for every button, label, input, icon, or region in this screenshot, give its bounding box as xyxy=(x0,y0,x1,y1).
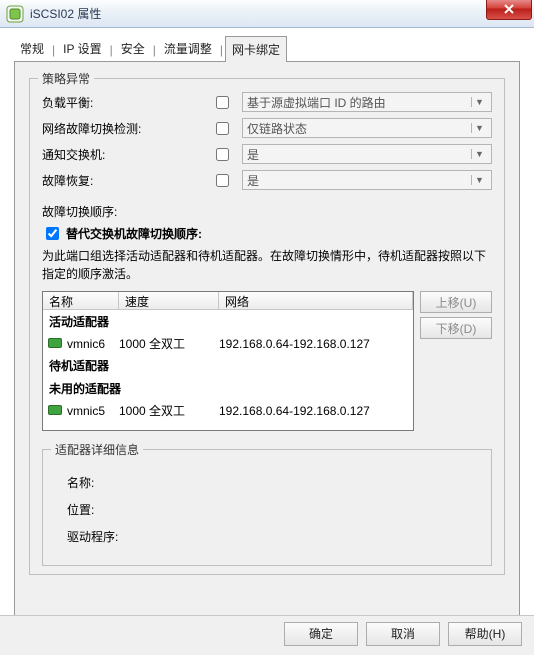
tab-panel: 策略异常 负载平衡: 基于源虚拟端口 ID 的路由 ▼ 网络故障切换检测: 仅链路… xyxy=(14,62,520,618)
failover-detection-value: 仅链路状态 xyxy=(247,120,307,137)
move-down-button[interactable]: 下移(D) xyxy=(420,317,492,339)
notify-switches-value: 是 xyxy=(247,146,259,163)
move-up-button[interactable]: 上移(U) xyxy=(420,291,492,313)
label-load-balancing: 负载平衡: xyxy=(42,94,212,111)
content-area: 常规 | IP 设置 | 安全 | 流量调整 | 网卡绑定 策略异常 负载平衡:… xyxy=(0,28,534,618)
failover-detection-combo[interactable]: 仅链路状态 ▼ xyxy=(242,118,492,138)
failover-order-label: 故障切换顺序: xyxy=(42,203,492,220)
group-standby-adapters: 待机适配器 xyxy=(43,354,413,377)
reorder-buttons: 上移(U) 下移(D) xyxy=(420,291,492,431)
tab-general[interactable]: 常规 xyxy=(14,36,50,63)
failback-combo[interactable]: 是▼ xyxy=(242,170,492,190)
detail-location-label: 位置: xyxy=(67,501,477,518)
list-item[interactable]: vmnic5 1000 全双工 192.168.0.64-192.168.0.1… xyxy=(43,400,413,421)
tab-separator: | xyxy=(151,43,158,57)
adapter-speed: 1000 全双工 xyxy=(119,335,219,352)
header-speed[interactable]: 速度 xyxy=(119,292,219,309)
adapter-speed: 1000 全双工 xyxy=(119,402,219,419)
row-failover-detection: 网络故障切换检测: 仅链路状态 ▼ xyxy=(42,115,492,141)
list-header: 名称 速度 网络 xyxy=(43,292,413,310)
group-active-adapters: 活动适配器 xyxy=(43,310,413,333)
chevron-down-icon: ▼ xyxy=(471,175,487,185)
load-balancing-value: 基于源虚拟端口 ID 的路由 xyxy=(247,94,386,111)
group-unused-adapters: 未用的适配器 xyxy=(43,377,413,400)
adapter-list[interactable]: 名称 速度 网络 活动适配器 vmnic6 1000 全双工 192.168.0… xyxy=(42,291,414,431)
override-failover-order-checkbox[interactable] xyxy=(46,227,59,240)
adapter-network: 192.168.0.64-192.168.0.127 xyxy=(219,337,413,351)
nic-icon xyxy=(43,337,67,351)
close-button[interactable] xyxy=(486,0,532,20)
adapter-details-group: 适配器详细信息 名称: 位置: 驱动程序: xyxy=(42,449,492,566)
override-notify-switches-checkbox[interactable] xyxy=(216,148,229,161)
tab-separator: | xyxy=(218,43,225,57)
dialog-footer: 确定 取消 帮助(H) xyxy=(0,615,534,655)
override-failback-checkbox[interactable] xyxy=(216,174,229,187)
cancel-button[interactable]: 取消 xyxy=(366,622,440,646)
override-failover-order-label: 替代交换机故障切换顺序: xyxy=(66,225,202,242)
chevron-down-icon: ▼ xyxy=(471,149,487,159)
tab-separator: | xyxy=(108,43,115,57)
adapter-list-area: 名称 速度 网络 活动适配器 vmnic6 1000 全双工 192.168.0… xyxy=(42,291,492,431)
list-item[interactable]: vmnic6 1000 全双工 192.168.0.64-192.168.0.1… xyxy=(43,333,413,354)
tab-bar: 常规 | IP 设置 | 安全 | 流量调整 | 网卡绑定 xyxy=(14,38,520,62)
tab-separator: | xyxy=(50,43,57,57)
detail-driver-label: 驱动程序: xyxy=(67,528,477,545)
adapter-name: vmnic5 xyxy=(67,404,119,418)
override-load-balancing-checkbox[interactable] xyxy=(216,96,229,109)
row-notify-switches: 通知交换机: 是▼ xyxy=(42,141,492,167)
label-failback: 故障恢复: xyxy=(42,172,212,189)
app-icon xyxy=(6,5,24,23)
chevron-down-icon: ▼ xyxy=(471,97,487,107)
failover-description: 为此端口组选择活动适配器和待机适配器。在故障切换情形中，待机适配器按照以下指定的… xyxy=(42,247,492,283)
label-notify-switches: 通知交换机: xyxy=(42,146,212,163)
window-title: iSCSI02 属性 xyxy=(30,5,486,22)
nic-icon xyxy=(43,404,67,418)
title-bar: iSCSI02 属性 xyxy=(0,0,534,28)
chevron-down-icon: ▼ xyxy=(471,123,487,133)
tab-ip-settings[interactable]: IP 设置 xyxy=(57,36,107,63)
label-failover-detection: 网络故障切换检测: xyxy=(42,120,212,137)
load-balancing-combo[interactable]: 基于源虚拟端口 ID 的路由 ▼ xyxy=(242,92,492,112)
header-name[interactable]: 名称 xyxy=(43,292,119,309)
adapter-network: 192.168.0.64-192.168.0.127 xyxy=(219,404,413,418)
tab-nic-teaming[interactable]: 网卡绑定 xyxy=(225,36,287,65)
failback-value: 是 xyxy=(247,172,259,189)
row-failback: 故障恢复: 是▼ xyxy=(42,167,492,193)
detail-name-label: 名称: xyxy=(67,474,477,491)
header-network[interactable]: 网络 xyxy=(219,292,413,309)
row-load-balancing: 负载平衡: 基于源虚拟端口 ID 的路由 ▼ xyxy=(42,89,492,115)
policy-exceptions-group: 策略异常 负载平衡: 基于源虚拟端口 ID 的路由▼ 网络故障切换检测: 仅链路… xyxy=(29,78,505,575)
tab-security[interactable]: 安全 xyxy=(115,36,151,63)
close-icon xyxy=(503,4,515,14)
adapter-name: vmnic6 xyxy=(67,337,119,351)
ok-button[interactable]: 确定 xyxy=(284,622,358,646)
adapter-details-legend: 适配器详细信息 xyxy=(51,441,143,458)
help-button[interactable]: 帮助(H) xyxy=(448,622,522,646)
override-failover-detection-checkbox[interactable] xyxy=(216,122,229,135)
notify-switches-combo[interactable]: 是▼ xyxy=(242,144,492,164)
tab-traffic-shaping[interactable]: 流量调整 xyxy=(158,36,218,63)
policy-legend: 策略异常 xyxy=(38,70,94,87)
